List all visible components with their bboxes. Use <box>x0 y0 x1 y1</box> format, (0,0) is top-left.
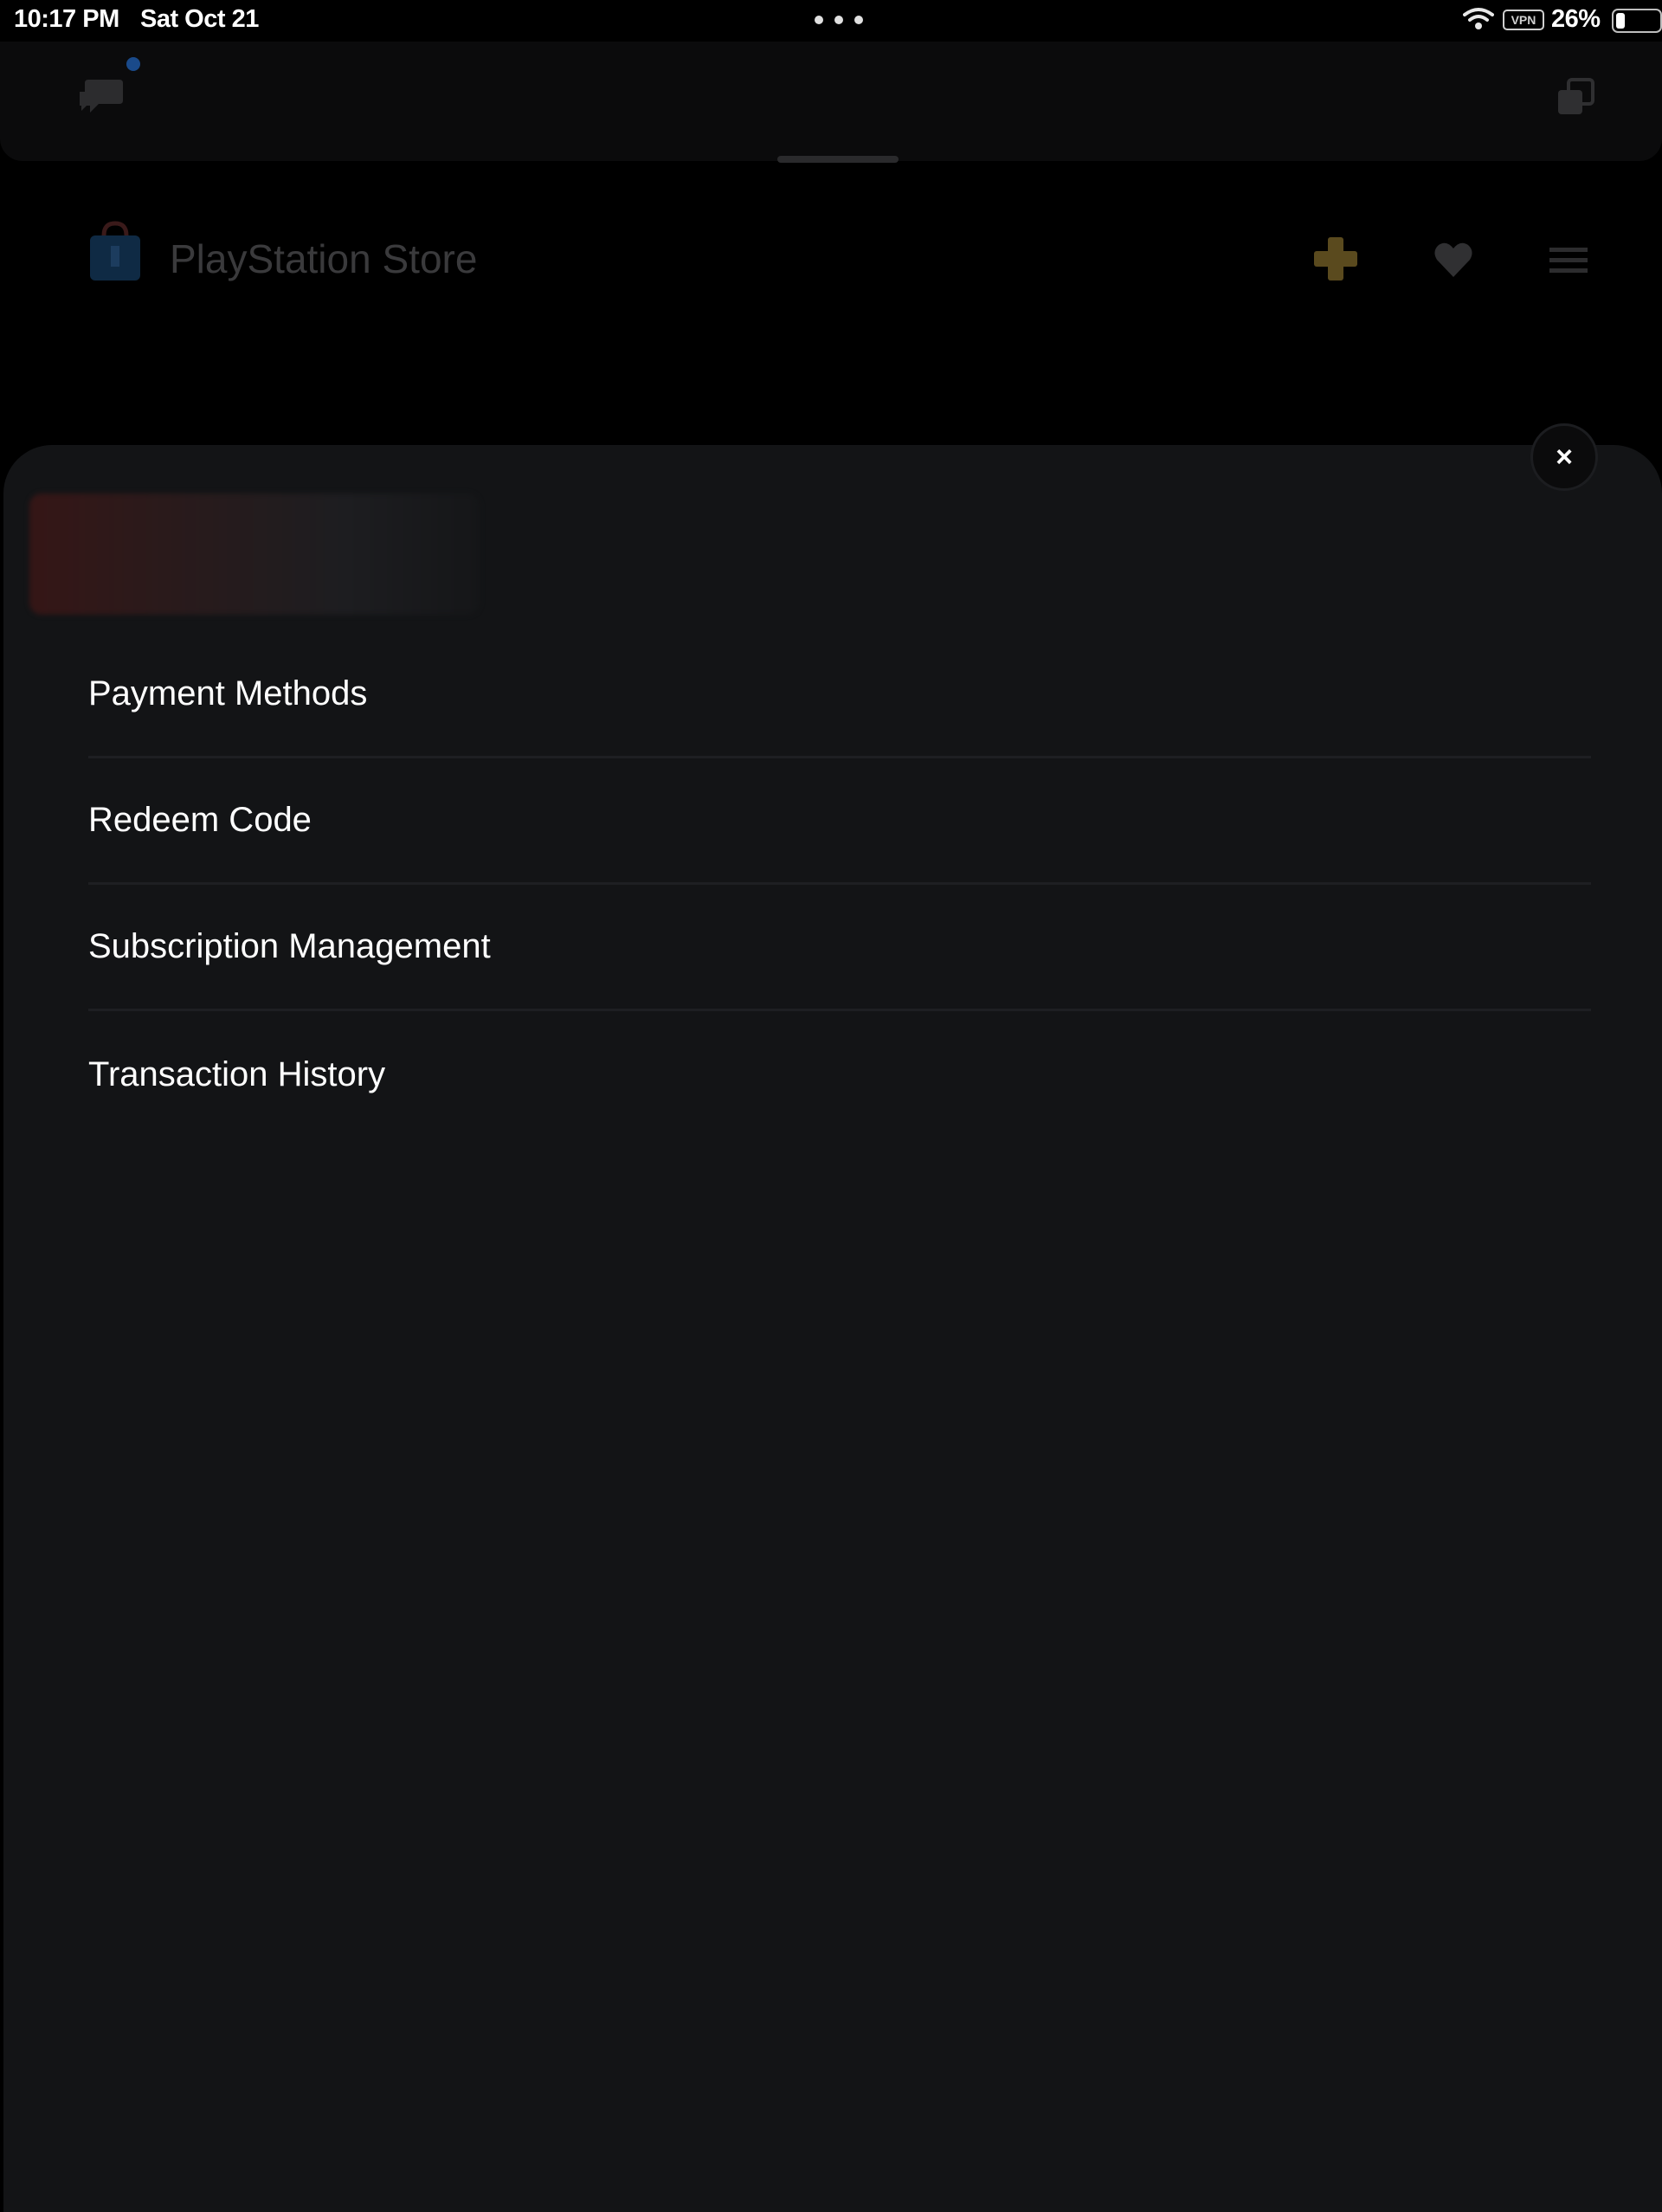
menu-item-redeem-code[interactable]: Redeem Code <box>88 758 1591 885</box>
wifi-icon <box>1463 8 1494 29</box>
battery-percent: 26% <box>1551 5 1601 33</box>
menu-item-label: Subscription Management <box>88 927 491 965</box>
menu-item-subscription-management[interactable]: Subscription Management <box>88 885 1591 1011</box>
menu-item-payment-methods[interactable]: Payment Methods <box>88 632 1591 758</box>
store-title: PlayStation Store <box>170 236 478 281</box>
menu-item-label: Redeem Code <box>88 801 312 839</box>
playstation-store-logo-icon[interactable] <box>88 220 142 282</box>
status-date: Sat Oct 21 <box>140 5 259 33</box>
profile-banner[interactable] <box>29 493 480 615</box>
menu-item-label: Payment Methods <box>88 674 368 713</box>
status-time: 10:17 PM <box>14 5 119 33</box>
battery-icon <box>1612 9 1662 33</box>
copy-icon[interactable] <box>1555 76 1598 119</box>
status-bar: 10:17 PM Sat Oct 21 VPN 26% <box>0 0 1662 40</box>
playstation-plus-icon[interactable] <box>1312 235 1359 282</box>
vpn-badge: VPN <box>1503 10 1544 30</box>
multitasking-dots-icon[interactable] <box>815 15 863 25</box>
close-button[interactable]: × <box>1530 423 1598 491</box>
hamburger-menu-icon[interactable] <box>1549 246 1588 275</box>
account-menu-list: Payment Methods Redeem Code Subscription… <box>88 632 1591 1138</box>
close-icon: × <box>1556 440 1573 474</box>
sheet-grabber[interactable] <box>777 156 899 163</box>
menu-item-transaction-history[interactable]: Transaction History <box>88 1011 1591 1138</box>
app-top-bar <box>0 42 1662 161</box>
wishlist-heart-icon[interactable] <box>1433 241 1473 279</box>
menu-item-label: Transaction History <box>88 1054 386 1093</box>
chat-icon[interactable] <box>76 73 126 119</box>
notification-dot <box>126 57 140 71</box>
